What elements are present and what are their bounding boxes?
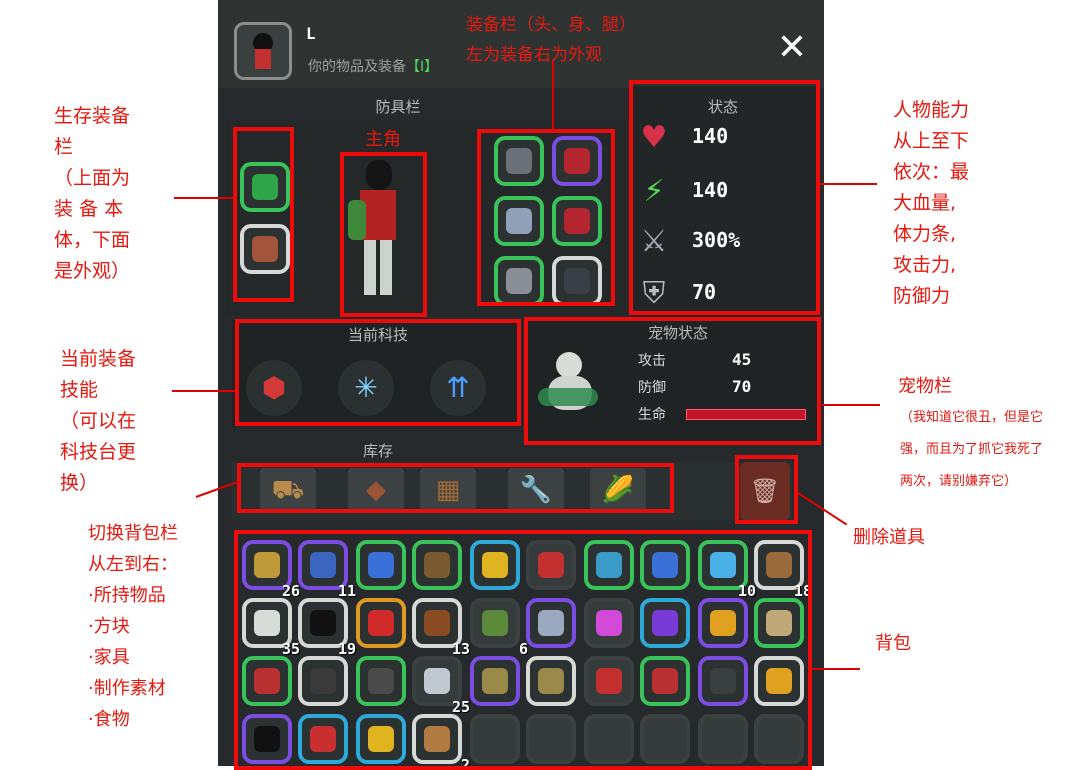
pet-highlight-box — [524, 317, 821, 445]
player-avatar — [234, 22, 292, 80]
backpack-connector — [812, 668, 860, 670]
pet-connector — [822, 404, 880, 406]
stats-connector — [820, 183, 877, 185]
stats-highlight-box — [629, 80, 820, 315]
tech-connector — [172, 390, 236, 392]
armor-header: 防具栏 — [375, 98, 421, 116]
inventory-subtitle: 你的物品及装备【I】 — [308, 59, 439, 75]
equip-bar-annotation: 装备栏（头、身、腿） — [466, 15, 636, 35]
trash-highlight-box — [735, 455, 798, 524]
survival-connector — [174, 197, 234, 199]
close-icon[interactable]: ✕ — [774, 30, 810, 66]
pet-note-annotation: （我知道它很丑，但是它 强，而且为了抓它我死了 两次，请别嫌弃它） — [900, 410, 1044, 489]
tech-highlight-box — [235, 319, 521, 426]
tabs-highlight-box — [237, 463, 674, 513]
equipment-highlight-box — [477, 129, 615, 306]
delete-annotation: 删除道具 — [853, 527, 925, 548]
main-character-annotation: 主角 — [365, 129, 401, 150]
inventory-header: 库存 — [362, 442, 393, 460]
pet-annotation: 宠物栏 — [898, 376, 952, 397]
player-name: L — [306, 24, 316, 43]
ability-annotation: 人物能力 从上至下 依次：最 大血量, 体力条, 攻击力, 防御力 — [893, 99, 970, 307]
backpack-annotation: 背包 — [875, 633, 911, 654]
tabs-annotation: 切换背包栏 从左到右： ·所持物品 ·方块 ·家具 ·制作素材 ·食物 — [88, 523, 178, 730]
equip-bar-annotation-2: 左为装备右为外观 — [466, 45, 602, 65]
character-highlight-box — [340, 152, 427, 317]
tech-annotation: 当前装备 技能 （可以在 科技台更 换） — [60, 348, 137, 494]
survival-annotation: 生存装备 栏 （上面为 装 备 本 体，下面 是外观） — [54, 105, 131, 282]
survival-highlight-box — [233, 127, 294, 302]
backpack-highlight-box — [234, 530, 812, 770]
